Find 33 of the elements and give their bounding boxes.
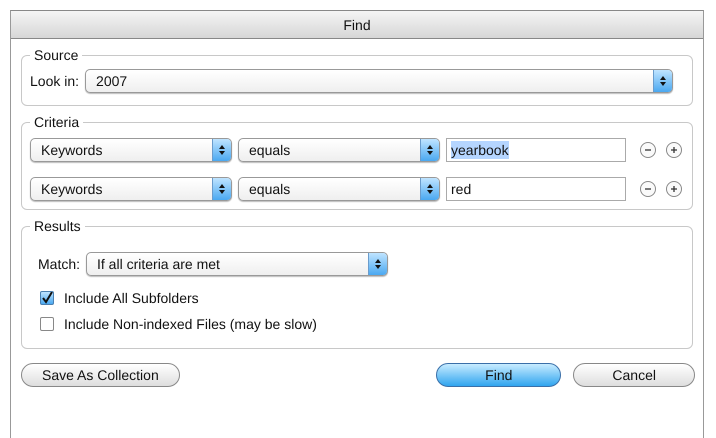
field-label: Look in: <box>30 73 80 89</box>
dialog-button[interactable]: Save As Collection <box>21 363 180 387</box>
checkbox[interactable] <box>40 317 54 331</box>
checkbox-label: Include Non-indexed Files (may be slow) <box>64 316 317 332</box>
value-text: red <box>451 180 472 198</box>
add-icon[interactable] <box>666 181 682 197</box>
stepper-icon <box>212 139 231 161</box>
window-title: Find <box>343 16 371 32</box>
value-field[interactable]: red <box>446 177 626 201</box>
add-icon[interactable] <box>666 142 682 158</box>
value-field[interactable]: yearbook <box>446 138 626 162</box>
group-label: Results <box>33 218 82 234</box>
remove-icon[interactable] <box>640 181 656 197</box>
group-label: Criteria <box>33 114 80 130</box>
attribute-dropdown[interactable]: Keywords <box>30 138 232 162</box>
operator-dropdown[interactable]: equals <box>238 138 440 162</box>
stepper-icon <box>420 178 439 200</box>
operator-dropdown[interactable]: equals <box>238 177 440 201</box>
match-dropdown[interactable]: If all criteria are met <box>86 252 388 276</box>
location-dropdown[interactable]: 2007 <box>85 69 674 93</box>
stepper-icon <box>212 178 231 200</box>
remove-icon[interactable] <box>640 142 656 158</box>
checkbox-label: Include All Subfolders <box>64 290 199 306</box>
attribute-dropdown[interactable]: Keywords <box>30 177 232 201</box>
stepper-icon <box>653 70 672 92</box>
value-text: yearbook <box>451 141 509 159</box>
stepper-icon <box>420 139 439 161</box>
checkbox[interactable] <box>40 291 54 305</box>
group-label: Source <box>33 47 80 63</box>
stepper-icon <box>368 253 388 275</box>
dialog-button[interactable]: Cancel <box>573 363 695 387</box>
dialog-button[interactable]: Find <box>436 363 562 387</box>
field-label: Match: <box>38 256 80 272</box>
